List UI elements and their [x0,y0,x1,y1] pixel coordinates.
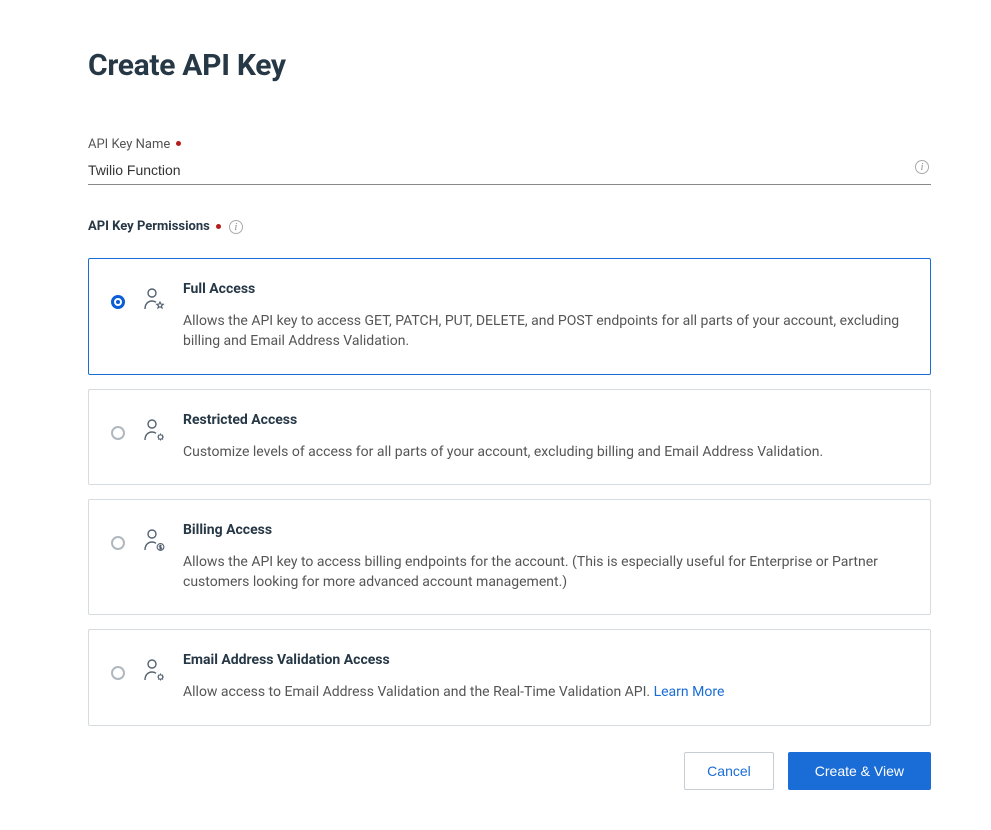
option-desc: Allows the API key to access billing end… [183,552,908,593]
cancel-button[interactable]: Cancel [684,752,774,790]
user-gear-icon [143,418,165,448]
permission-option-email-validation-access[interactable]: Email Address Validation Access Allow ac… [88,629,931,725]
create-and-view-button[interactable]: Create & View [788,752,931,790]
option-title: Billing Access [183,522,908,538]
api-key-name-input[interactable] [88,158,931,185]
info-icon[interactable]: i [915,160,929,174]
option-title: Email Address Validation Access [183,652,908,668]
api-key-name-label: API Key Name [88,137,170,152]
permissions-section-label: API Key Permissions [88,219,210,234]
permission-option-billing-access[interactable]: Billing Access Allows the API key to acc… [88,499,931,616]
radio-email-validation-access[interactable] [111,666,125,680]
info-icon[interactable]: i [229,220,243,234]
permission-option-full-access[interactable]: Full Access Allows the API key to access… [88,258,931,375]
option-desc-text: Allow access to Email Address Validation… [183,684,654,700]
option-desc: Allows the API key to access GET, PATCH,… [183,311,908,352]
radio-billing-access[interactable] [111,536,125,550]
user-star-icon [143,287,165,317]
radio-full-access[interactable] [111,295,125,309]
option-desc: Customize levels of access for all parts… [183,442,908,462]
user-gear-icon [143,658,165,688]
option-title: Restricted Access [183,412,908,428]
option-title: Full Access [183,281,908,297]
radio-restricted-access[interactable] [111,426,125,440]
required-indicator-icon [176,141,181,146]
option-desc: Allow access to Email Address Validation… [183,682,908,702]
api-key-name-field: API Key Name i [88,133,931,185]
user-dollar-icon [143,528,165,558]
permission-option-restricted-access[interactable]: Restricted Access Customize levels of ac… [88,389,931,485]
required-indicator-icon [216,224,221,229]
page-title: Create API Key [88,48,931,83]
learn-more-link[interactable]: Learn More [654,684,725,700]
actions-row: Cancel Create & View [88,752,931,790]
